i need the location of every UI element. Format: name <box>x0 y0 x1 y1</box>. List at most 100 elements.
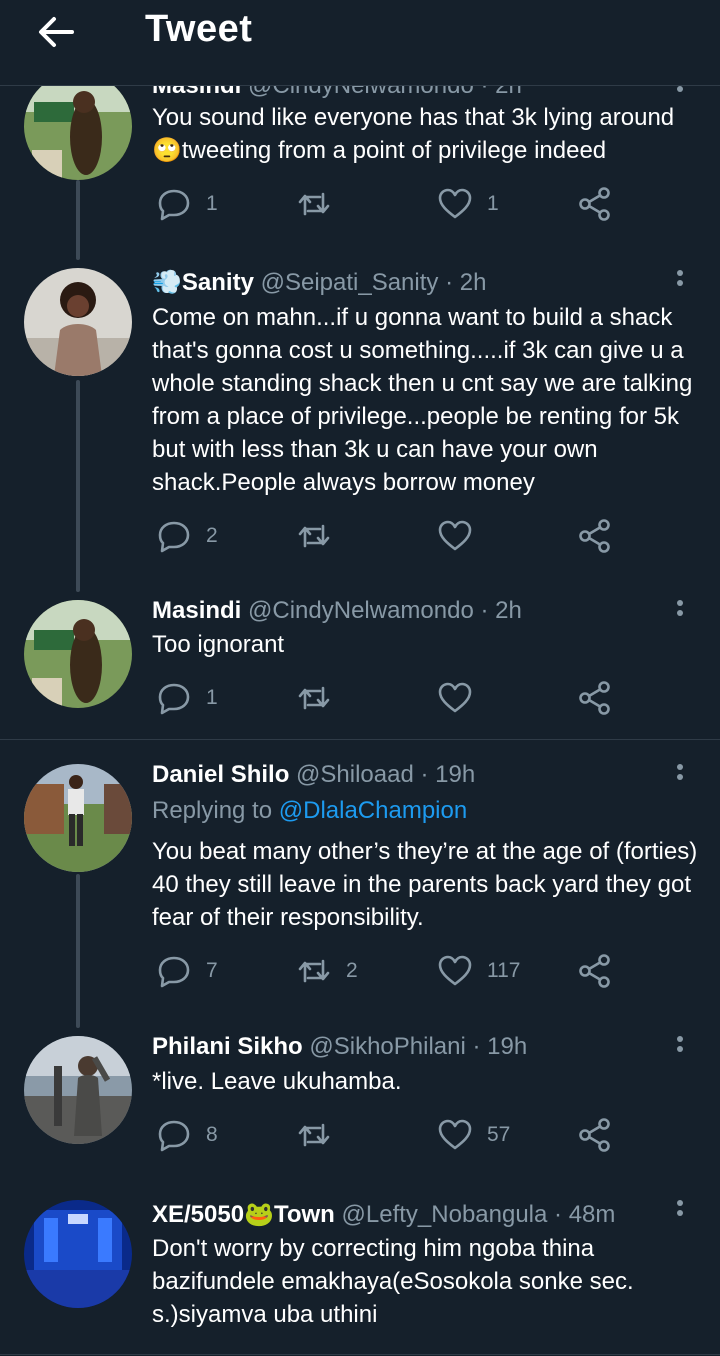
replying-prefix: Replying to <box>152 797 279 824</box>
reply-count: 7 <box>206 959 218 982</box>
reply-tweet[interactable]: Masindi @CindyNelwamondo · 2h Too ignora… <box>0 592 720 740</box>
reply-icon <box>158 683 190 715</box>
tweet-actions: 1 <box>152 678 622 718</box>
share-button[interactable] <box>577 184 613 224</box>
avatar[interactable] <box>24 1200 132 1308</box>
retweet-icon <box>298 959 330 983</box>
display-name[interactable]: Philani Sikho <box>152 1033 303 1060</box>
reply-button[interactable]: 1 <box>156 184 218 224</box>
tweet-text: *live. Leave ukuhamba. <box>152 1068 402 1095</box>
user-handle[interactable]: @CindyNelwamondo <box>248 597 474 624</box>
tweet-actions: 2 <box>152 516 622 556</box>
user-handle[interactable]: @Seipati_Sanity <box>261 269 439 296</box>
share-icon <box>579 681 610 715</box>
share-icon <box>579 519 610 553</box>
reply-tweet[interactable]: 💨Sanity @Seipati_Sanity · 2h Come on mah… <box>0 260 720 592</box>
reply-tweet[interactable]: Daniel Shilo @Shiloaad · 19h Replying to… <box>0 740 720 1028</box>
retweet-button[interactable]: 2 <box>296 951 358 991</box>
retweet-icon <box>298 1123 330 1147</box>
share-button[interactable] <box>577 678 613 718</box>
retweet-button[interactable] <box>296 678 346 718</box>
user-handle[interactable]: @Lefty_Nobangula <box>342 1201 548 1228</box>
timestamp: · 19h <box>420 761 476 788</box>
reply-button[interactable]: 1 <box>156 678 218 718</box>
avatar[interactable] <box>24 764 132 872</box>
retweet-button[interactable] <box>296 184 346 224</box>
display-name[interactable]: XE/5050 <box>152 1201 244 1228</box>
timestamp: · 19h <box>472 1033 528 1060</box>
avatar[interactable] <box>24 600 132 708</box>
more-options-icon[interactable] <box>670 762 690 792</box>
thread-line <box>76 874 80 1028</box>
like-button[interactable]: 1 <box>437 184 499 224</box>
top-app-bar: Tweet <box>0 0 720 86</box>
reply-count: 8 <box>206 1123 218 1146</box>
share-button[interactable] <box>577 951 613 991</box>
reply-count: 1 <box>206 192 218 215</box>
timestamp: · 48m <box>554 1201 616 1228</box>
display-name[interactable]: Masindi <box>152 597 241 624</box>
back-button[interactable] <box>36 12 76 52</box>
like-button[interactable] <box>437 516 487 556</box>
tweet-text: Come on mahn...if u gonna want to build … <box>152 304 693 496</box>
tweet-text: You sound like everyone has that 3k lyin… <box>152 104 675 164</box>
replying-to: Replying to @DlalaChampion <box>152 797 467 825</box>
avatar[interactable] <box>24 72 132 180</box>
timestamp: · 2h <box>445 269 487 296</box>
reply-tweet[interactable]: XE/5050🐸Town @Lefty_Nobangula · 48m Don'… <box>0 1190 720 1356</box>
tweet-header: XE/5050🐸Town @Lefty_Nobangula · 48m <box>152 1200 615 1229</box>
share-button[interactable] <box>577 1115 613 1155</box>
reply-count: 1 <box>206 686 218 709</box>
like-button[interactable] <box>437 678 487 718</box>
retweet-icon <box>298 524 330 548</box>
display-name-suffix[interactable]: Town <box>274 1201 335 1228</box>
reply-icon <box>158 1120 190 1152</box>
reply-button[interactable]: 7 <box>156 951 218 991</box>
reply-icon <box>158 189 190 221</box>
tweet-text: Don't worry by correcting him ngoba thin… <box>152 1235 634 1328</box>
share-icon <box>579 187 610 221</box>
tweet-text: Too ignorant <box>152 631 285 658</box>
share-icon <box>579 1118 610 1152</box>
retweet-count: 2 <box>346 959 358 982</box>
user-handle[interactable]: @SikhoPhilani <box>309 1033 465 1060</box>
display-name[interactable]: Daniel Shilo <box>152 761 289 788</box>
heart-icon <box>438 1119 472 1150</box>
arrow-left-icon <box>39 17 74 47</box>
avatar[interactable] <box>24 1036 132 1144</box>
reply-count: 2 <box>206 524 218 547</box>
thread-line <box>76 380 80 592</box>
more-options-icon[interactable] <box>670 268 690 298</box>
tweet-header: Masindi @CindyNelwamondo · 2h <box>152 597 522 625</box>
share-button[interactable] <box>577 516 613 556</box>
heart-icon <box>438 682 472 713</box>
retweet-icon <box>298 192 330 216</box>
retweet-icon <box>298 686 330 710</box>
heart-icon <box>438 520 472 551</box>
tweet-actions: 8 57 <box>152 1115 622 1155</box>
avatar[interactable] <box>24 268 132 376</box>
retweet-button[interactable] <box>296 516 346 556</box>
like-count: 117 <box>487 959 521 982</box>
thread-line <box>76 180 80 260</box>
like-button[interactable]: 117 <box>437 951 520 991</box>
reply-button[interactable]: 8 <box>156 1115 218 1155</box>
tweet-header: 💨Sanity @Seipati_Sanity · 2h <box>152 268 486 297</box>
reply-tweet[interactable]: Philani Sikho @SikhoPhilani · 19h *live.… <box>0 1028 720 1190</box>
user-handle[interactable]: @Shiloaad <box>296 761 414 788</box>
page-title: Tweet <box>145 8 253 50</box>
like-button[interactable]: 57 <box>437 1115 510 1155</box>
like-count: 1 <box>487 192 499 215</box>
display-name[interactable]: Sanity <box>182 269 254 296</box>
more-options-icon[interactable] <box>670 1198 690 1228</box>
reply-button[interactable]: 2 <box>156 516 218 556</box>
divider <box>0 1354 720 1355</box>
like-count: 57 <box>487 1123 511 1146</box>
reply-icon <box>158 956 190 988</box>
share-icon <box>579 954 610 988</box>
more-options-icon[interactable] <box>670 598 690 628</box>
more-options-icon[interactable] <box>670 1034 690 1064</box>
tweet-header: Daniel Shilo @Shiloaad · 19h <box>152 761 475 789</box>
mention-link[interactable]: @DlalaChampion <box>279 797 467 824</box>
retweet-button[interactable] <box>296 1115 346 1155</box>
